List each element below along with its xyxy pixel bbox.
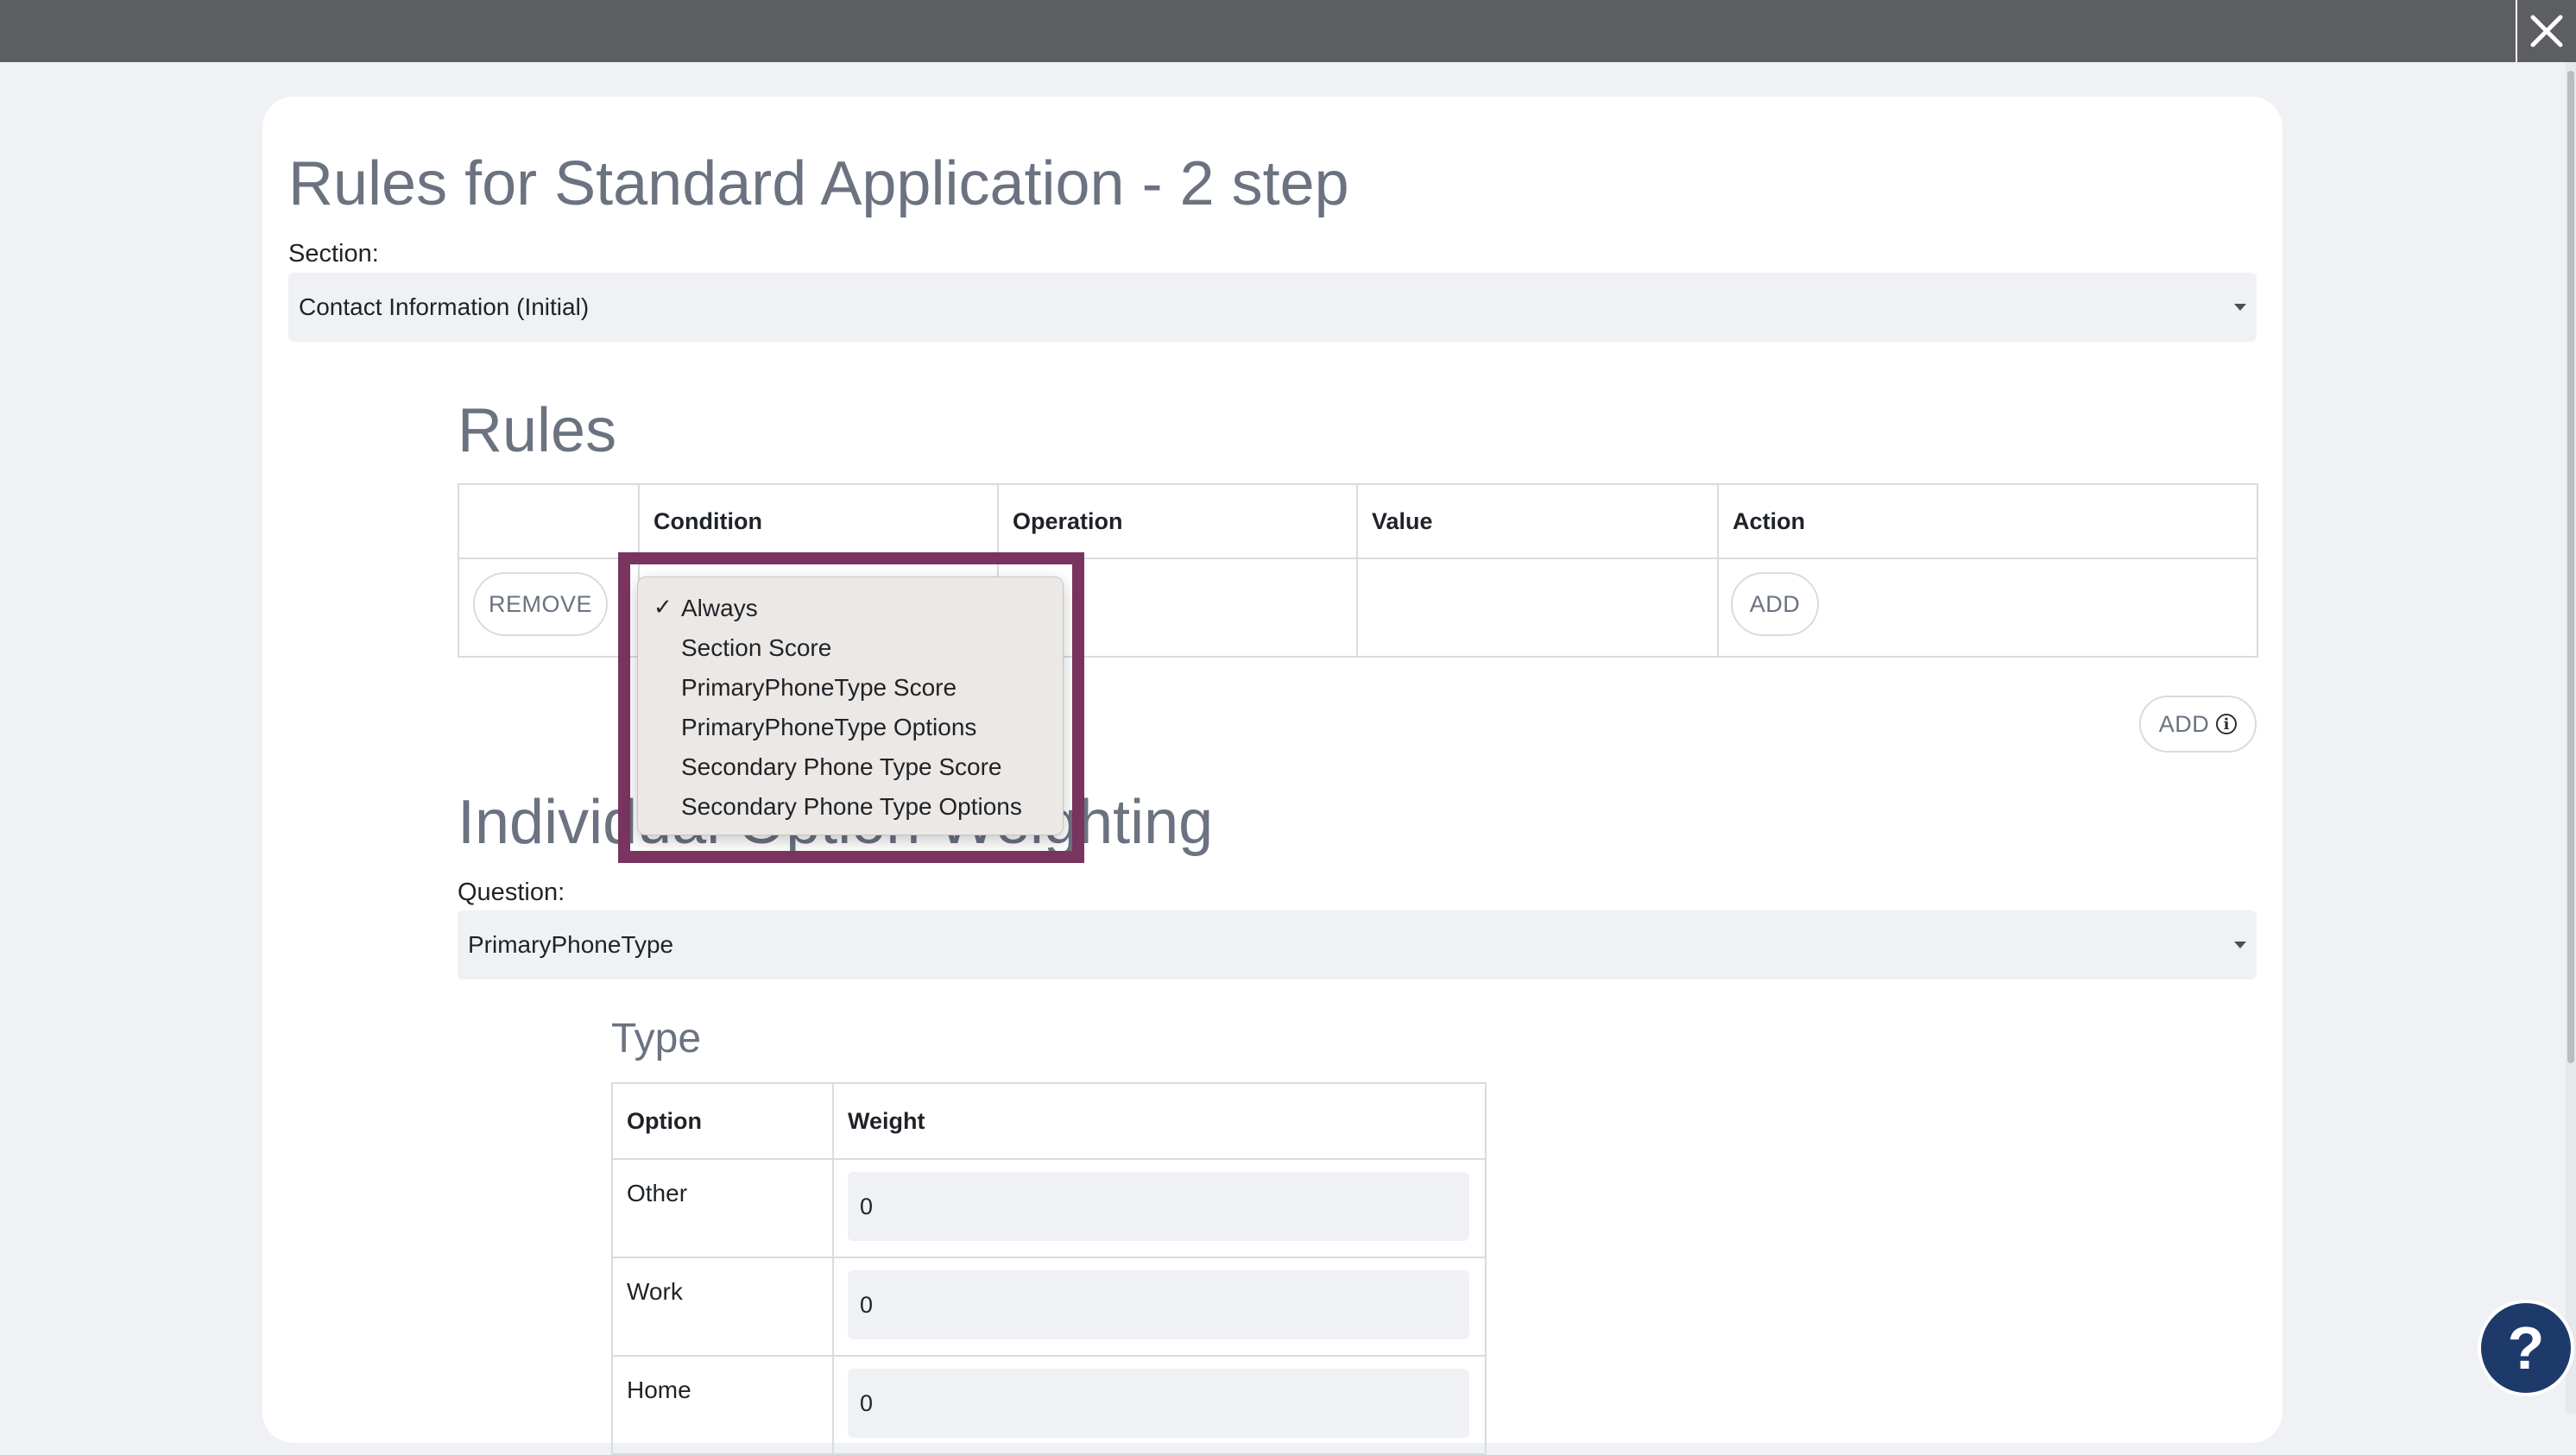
option-label-home: Home: [627, 1376, 691, 1403]
info-icon: i: [2216, 714, 2238, 734]
rules-col-condition: Condition: [638, 483, 999, 559]
condition-option-primary-score[interactable]: PrimaryPhoneType Score: [681, 674, 957, 702]
condition-dropdown-menu[interactable]: ✓ Always Section Score PrimaryPhoneType …: [637, 576, 1064, 835]
question-select[interactable]: PrimaryPhoneType: [458, 910, 2257, 979]
weight-input-other[interactable]: 0: [848, 1172, 1469, 1241]
help-button[interactable]: ?: [2478, 1300, 2574, 1396]
section-select[interactable]: Contact Information (Initial): [288, 273, 2257, 342]
type-heading: Type: [611, 1016, 702, 1061]
rule-value-cell: [1356, 557, 1719, 658]
add-rule-label: ADD: [2158, 710, 2210, 737]
close-icon: [2530, 15, 2563, 47]
section-select-value: Contact Information (Initial): [299, 293, 590, 320]
condition-option-primary-options[interactable]: PrimaryPhoneType Options: [681, 714, 976, 741]
rules-col-operation: Operation: [997, 483, 1358, 559]
condition-option-section-score[interactable]: Section Score: [681, 634, 831, 662]
chevron-down-icon: [2234, 942, 2246, 948]
weighting-col-option: Option: [611, 1082, 834, 1160]
weighting-header-row: Option Weight: [611, 1082, 1487, 1160]
top-bar: [0, 0, 2576, 62]
question-select-value: PrimaryPhoneType: [468, 931, 674, 958]
remove-rule-button[interactable]: REMOVE: [473, 572, 608, 636]
rules-col-blank: [458, 483, 640, 559]
checkmark-icon: ✓: [653, 594, 672, 620]
question-mark-icon: ?: [2507, 1314, 2545, 1382]
scrollbar-thumb[interactable]: [2567, 71, 2574, 1063]
rules-col-value: Value: [1356, 483, 1719, 559]
rules-heading: Rules: [458, 396, 617, 465]
page-title: Rules for Standard Application - 2 step: [288, 149, 1349, 218]
question-label: Question:: [458, 879, 565, 906]
weight-input-home[interactable]: 0: [848, 1369, 1469, 1438]
add-rule-button[interactable]: ADD i: [2139, 696, 2257, 753]
section-label: Section:: [288, 240, 379, 268]
option-label-work: Work: [627, 1278, 683, 1305]
weight-input-work[interactable]: 0: [848, 1270, 1469, 1339]
close-button[interactable]: [2516, 0, 2576, 62]
rules-col-action: Action: [1717, 483, 2258, 559]
condition-option-always[interactable]: Always: [681, 595, 758, 622]
condition-option-secondary-options[interactable]: Secondary Phone Type Options: [681, 793, 1022, 821]
page-scrollbar[interactable]: [2566, 62, 2576, 1414]
condition-option-secondary-score[interactable]: Secondary Phone Type Score: [681, 753, 1002, 781]
chevron-down-icon: [2234, 304, 2246, 311]
add-action-button[interactable]: ADD: [1731, 572, 1819, 636]
weighting-col-weight: Weight: [832, 1082, 1487, 1160]
option-label-other: Other: [627, 1180, 688, 1206]
rules-header-row: Condition Operation Value Action: [458, 483, 2258, 559]
